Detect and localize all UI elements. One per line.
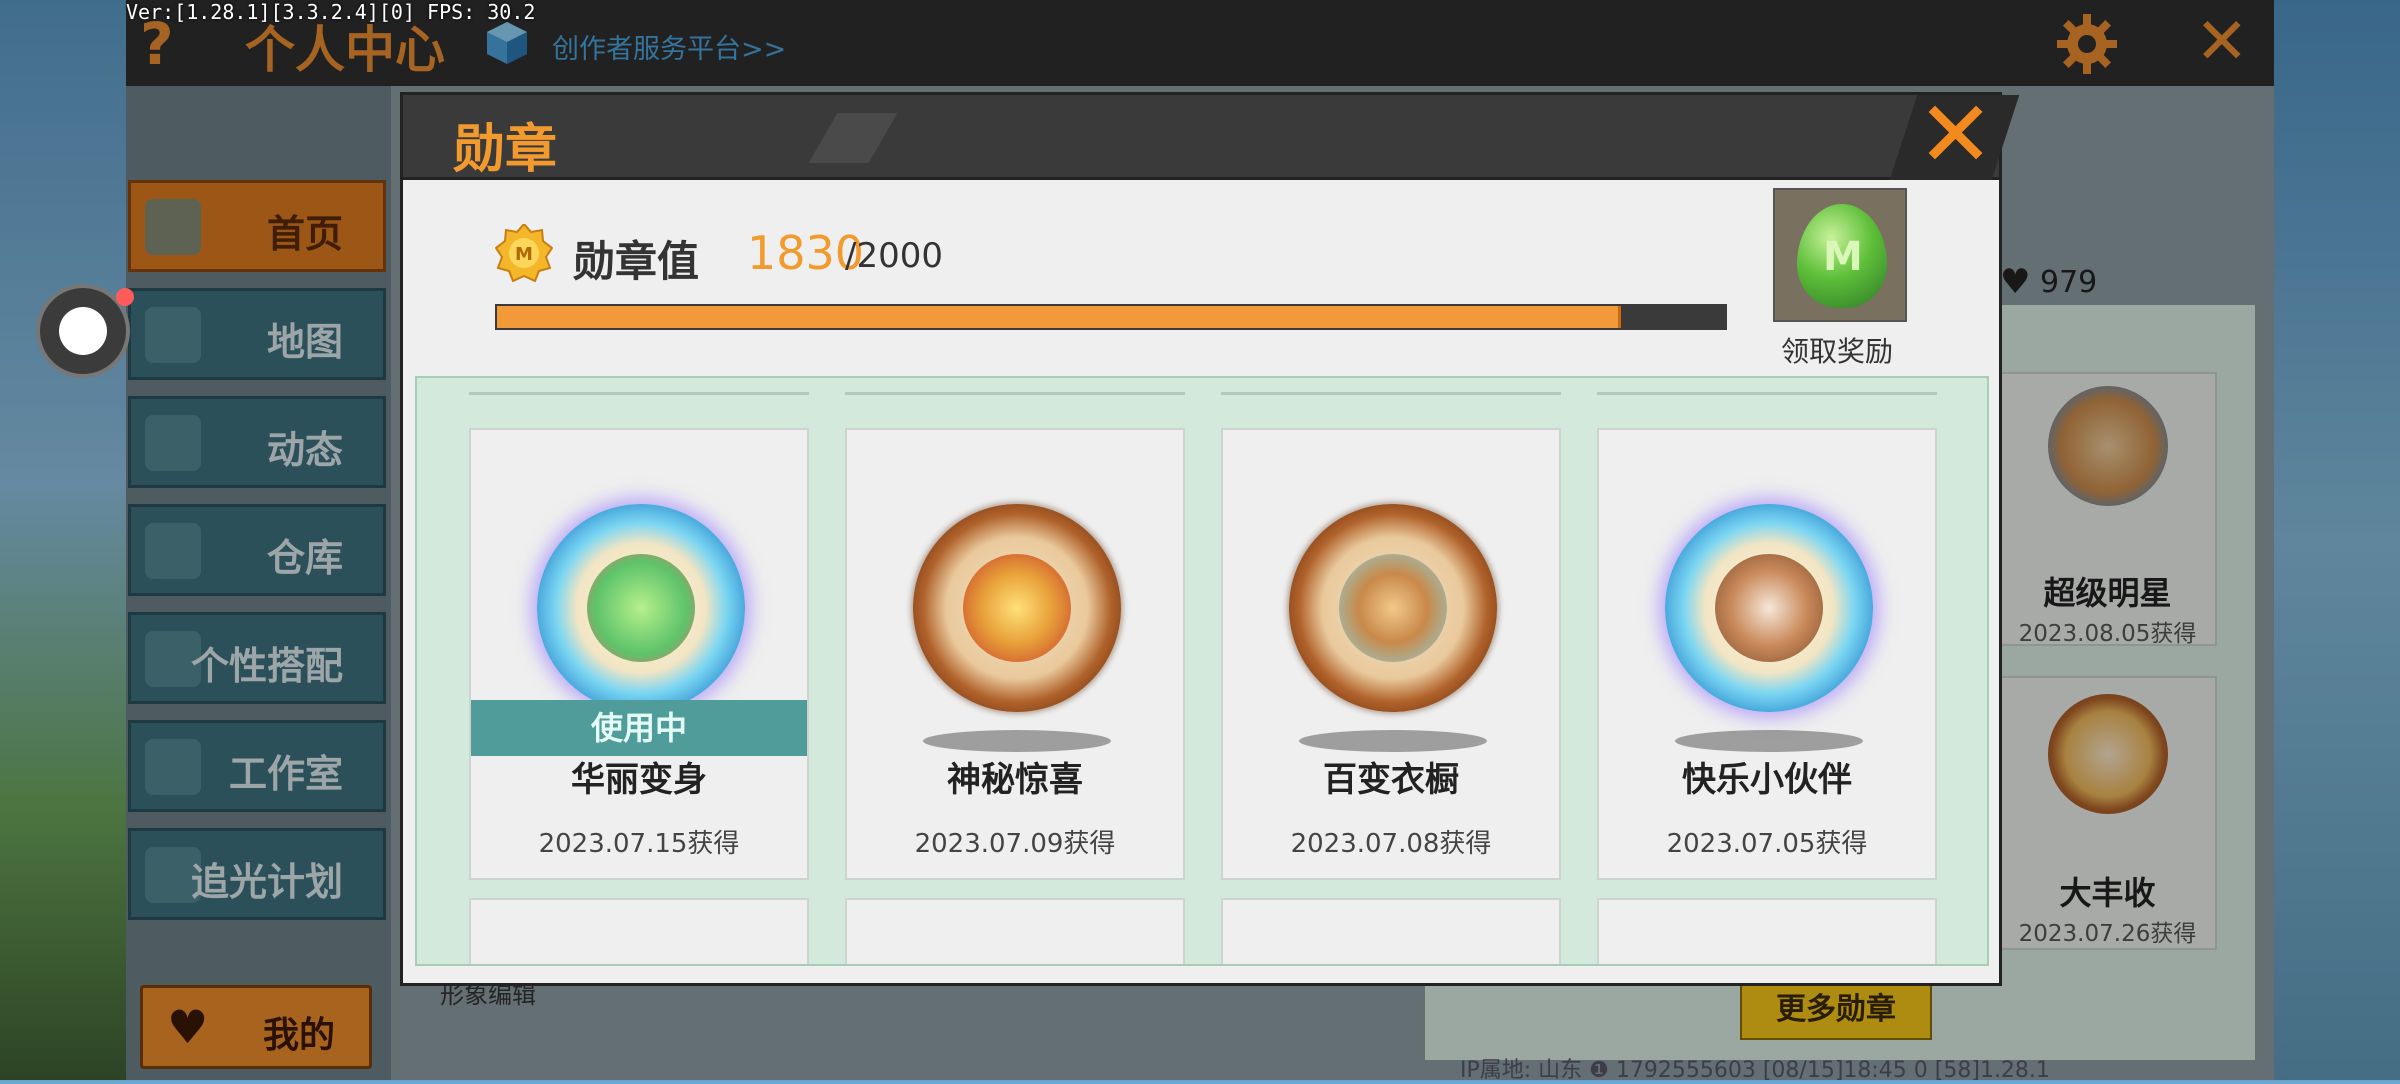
medal-surprise-icon (913, 504, 1121, 712)
medal-value-label: 勋章值 (573, 237, 700, 286)
medal-card[interactable] (845, 898, 1185, 964)
medal-card[interactable] (1597, 898, 1937, 964)
debug-info: Ver:[1.28.1][3.3.2.4][0] FPS: 30.2 (126, 0, 536, 24)
medal-card[interactable] (469, 898, 809, 964)
header-decoration (808, 113, 898, 163)
divider (1597, 392, 1937, 395)
in-use-badge: 使用中 (471, 700, 807, 756)
medal-shadow (1299, 730, 1487, 752)
medal-date: 2023.07.15获得 (538, 829, 740, 859)
medal-shadow (1675, 730, 1863, 752)
floating-ball[interactable] (36, 284, 134, 378)
dialog-body: M 勋章值 1830 /2000 M 领取奖励 使用中 华丽变身 2023.07… (400, 180, 2002, 986)
divider (845, 392, 1185, 395)
friends-art (1715, 554, 1823, 662)
medal-value-icon: M (495, 224, 553, 283)
egg-letter: M (1823, 234, 1863, 280)
svg-text:M: M (515, 244, 533, 265)
medal-card[interactable]: 使用中 华丽变身 2023.07.15获得 (469, 428, 809, 880)
dialog-header: 勋章 ✕ (400, 89, 2020, 183)
medal-card[interactable]: 神秘惊喜 2023.07.09获得 (845, 428, 1185, 880)
dialog-title: 勋章 (453, 120, 558, 180)
medal-date: 2023.07.08获得 (1290, 829, 1492, 859)
medal-wardrobe-icon (1289, 504, 1497, 712)
claim-reward-label[interactable]: 领取奖励 (1781, 330, 1893, 370)
notification-dot (116, 288, 134, 306)
divider (469, 392, 809, 395)
medal-shadow (923, 730, 1111, 752)
medal-transform-icon (537, 504, 745, 712)
medal-name: 华丽变身 (571, 760, 707, 800)
medal-progress-bar (495, 304, 1727, 330)
divider (1221, 392, 1561, 395)
reward-egg-button[interactable]: M (1773, 188, 1907, 322)
medal-dialog: 勋章 ✕ M 勋章值 1830 /2000 M 领取奖励 使用中 华丽变身 20… (400, 89, 2020, 986)
floating-ball-center (59, 307, 107, 355)
medal-name: 百变衣橱 (1323, 760, 1459, 800)
medal-card[interactable] (1221, 898, 1561, 964)
medal-date: 2023.07.09获得 (914, 829, 1116, 859)
medal-date: 2023.07.05获得 (1666, 829, 1868, 859)
bear-art (1339, 554, 1447, 662)
medal-grid[interactable]: 使用中 华丽变身 2023.07.15获得 神秘惊喜 2023.07.09获得 … (415, 376, 1989, 966)
medal-value-max: /2000 (845, 236, 943, 276)
medal-progress-fill (497, 306, 1621, 328)
medal-card[interactable]: 百变衣橱 2023.07.08获得 (1221, 428, 1561, 880)
close-icon[interactable]: ✕ (1917, 89, 1994, 181)
dino-art (587, 554, 695, 662)
medal-name: 快乐小伙伴 (1682, 760, 1852, 800)
egg-icon: M (1797, 204, 1887, 308)
medal-friends-icon (1665, 504, 1873, 712)
medal-name: 神秘惊喜 (947, 760, 1083, 800)
medal-card[interactable]: 快乐小伙伴 2023.07.05获得 (1597, 428, 1937, 880)
gift-art (963, 554, 1071, 662)
